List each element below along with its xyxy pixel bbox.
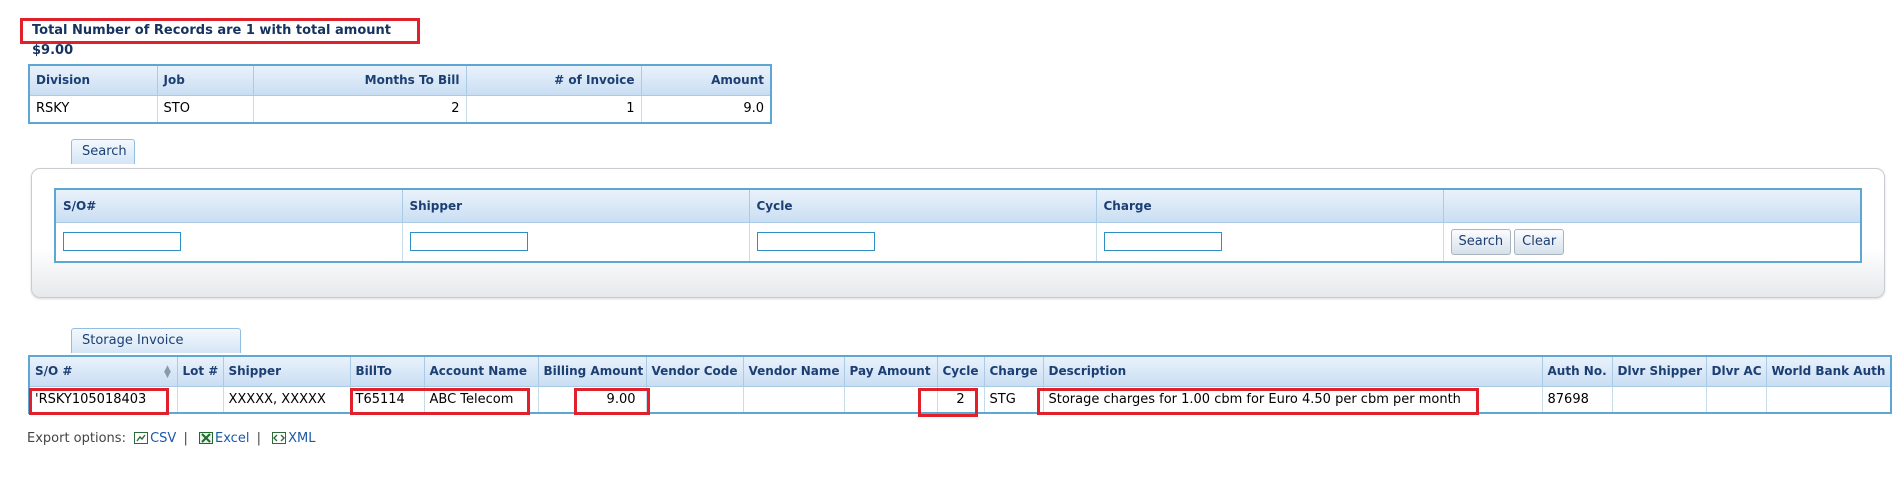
xml-icon[interactable] [272, 432, 287, 444]
col-auth-no[interactable]: Auth No. [1541, 355, 1613, 387]
col-account-name[interactable]: Account Name [423, 355, 539, 387]
cell-dlvr-ac [1705, 385, 1767, 414]
export-separator: | [183, 431, 188, 446]
cell-billing-amount: 9.00 [537, 385, 647, 414]
search-button[interactable]: Search [1450, 228, 1512, 255]
cell-bill-to: T65114 [349, 385, 425, 414]
search-label-actions [1442, 188, 1862, 223]
search-label-shipper: Shipper [401, 188, 750, 223]
col-pay-amount[interactable]: Pay Amount [843, 355, 938, 387]
search-label-cycle: Cycle [748, 188, 1097, 223]
cell-auth-no: 87698 [1541, 385, 1613, 414]
col-billing-amount[interactable]: Billing Amount [537, 355, 647, 387]
cell-division: RSKY [28, 94, 158, 124]
col-bill-to[interactable]: BillTo [349, 355, 425, 387]
col-dlvr-shipper[interactable]: Dlvr Shipper [1611, 355, 1707, 387]
cell-world-bank-auth [1765, 385, 1892, 414]
col-world-bank-auth[interactable]: World Bank Auth [1765, 355, 1892, 387]
shipper-input[interactable] [409, 232, 528, 252]
export-options: Export options: CSV | Excel | XML [27, 429, 315, 449]
col-cycle[interactable]: Cycle [936, 355, 985, 387]
cell-so-number: 'RSKY105018403 [28, 385, 178, 414]
table-row: 'RSKY105018403 XXXXX, XXXXX T65114 ABC T… [28, 385, 1892, 414]
tab-search[interactable]: Search [71, 139, 135, 164]
col-so-number-label: S/O # [35, 364, 73, 379]
col-shipper[interactable]: Shipper [222, 355, 351, 387]
col-description[interactable]: Description [1042, 355, 1543, 387]
col-job[interactable]: Job [156, 64, 254, 96]
search-label-so: S/O# [54, 188, 403, 223]
cell-pay-amount [843, 385, 938, 414]
table-row: RSKY STO 2 1 9.0 [28, 94, 772, 124]
col-vendor-code[interactable]: Vendor Code [645, 355, 744, 387]
cell-description: Storage charges for 1.00 cbm for Euro 4.… [1042, 385, 1543, 414]
cell-vendor-name [742, 385, 845, 414]
cell-lot-number [176, 385, 224, 414]
col-dlvr-ac[interactable]: Dlvr AC [1705, 355, 1767, 387]
so-number-input[interactable] [63, 232, 181, 252]
cell-dlvr-shipper [1611, 385, 1707, 414]
export-csv-link[interactable]: CSV [150, 431, 176, 446]
records-summary: Total Number of Records are 1 with total… [20, 18, 420, 58]
export-excel-link[interactable]: Excel [215, 431, 249, 446]
col-so-number[interactable]: S/O # ▲ ▼ [28, 355, 178, 387]
storage-invoice-table: S/O # ▲ ▼ Lot # Shipper BillTo Account Nam… [28, 355, 1892, 414]
col-invoice-count[interactable]: # of Invoice [465, 64, 642, 96]
tab-storage-invoice-preview[interactable]: Storage Invoice Preview [71, 328, 241, 372]
cell-shipper: XXXXX, XXXXX [222, 385, 351, 414]
export-separator: | [256, 431, 261, 446]
cell-invoice-count: 1 [465, 94, 642, 124]
excel-icon[interactable] [199, 432, 213, 444]
charge-input[interactable] [1103, 232, 1222, 252]
cycle-input[interactable] [756, 232, 875, 252]
col-vendor-name[interactable]: Vendor Name [742, 355, 845, 387]
col-charge[interactable]: Charge [983, 355, 1044, 387]
clear-button[interactable]: Clear [1514, 228, 1565, 255]
cell-vendor-code [645, 385, 744, 414]
col-division[interactable]: Division [28, 64, 158, 96]
search-label-charge: Charge [1095, 188, 1444, 223]
csv-icon[interactable] [134, 432, 149, 444]
cell-job: STO [156, 94, 254, 124]
cell-cycle: 2 [936, 385, 985, 414]
col-months-to-bill[interactable]: Months To Bill [252, 64, 467, 96]
search-form-table: S/O# Shipper Cycle Charge Search Clear [54, 188, 1862, 263]
export-xml-link[interactable]: XML [288, 431, 315, 446]
cell-months-to-bill: 2 [252, 94, 467, 124]
col-amount[interactable]: Amount [640, 64, 772, 96]
col-lot-number[interactable]: Lot # [176, 355, 224, 387]
cell-amount: 9.0 [640, 94, 772, 124]
cell-account-name: ABC Telecom [423, 385, 539, 414]
sort-icon[interactable]: ▲ ▼ [164, 365, 172, 380]
cell-charge: STG [983, 385, 1044, 414]
billing-summary-table: Division Job Months To Bill # of Invoice… [28, 64, 772, 124]
export-label: Export options: [27, 431, 126, 446]
